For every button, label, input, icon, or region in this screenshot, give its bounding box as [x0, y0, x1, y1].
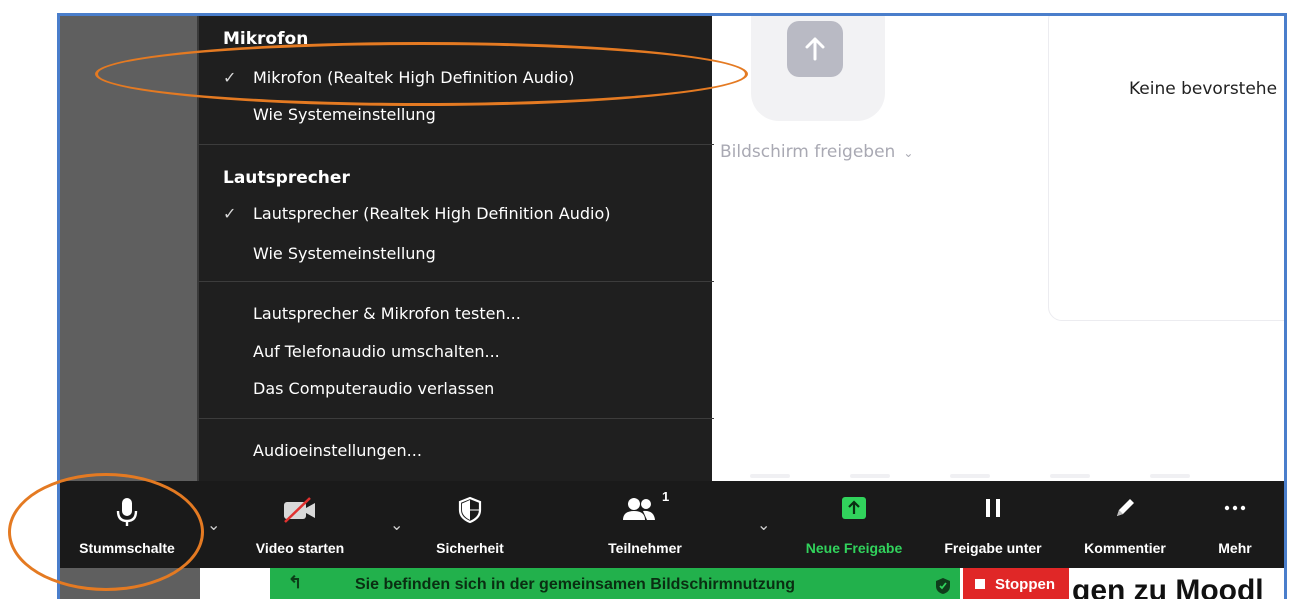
- underlying-page-text: gen zu Moodl: [1072, 574, 1264, 599]
- screenshot-stage: Bildschirm freigeben ⌄ Keine bevorstehe M…: [0, 0, 1300, 599]
- share-arrow-icon: [787, 21, 843, 77]
- participants-icon: [621, 496, 657, 525]
- security-button[interactable]: Sicherheit: [410, 481, 530, 568]
- participants-button[interactable]: 1 Teilnehmer: [580, 481, 710, 568]
- menu-separator: [199, 418, 714, 419]
- return-arrow-icon[interactable]: ↰: [288, 573, 302, 593]
- divider: [1050, 474, 1090, 478]
- more-button[interactable]: Mehr: [1195, 481, 1275, 568]
- annotate-button[interactable]: Kommentier: [1065, 481, 1185, 568]
- participant-count-badge: 1: [662, 489, 670, 504]
- menu-item-label: Auf Telefonaudio umschalten...: [253, 342, 500, 361]
- menu-item-mic-realtek[interactable]: ✓ Mikrofon (Realtek High Definition Audio…: [223, 68, 575, 87]
- more-dots-icon: [1223, 496, 1247, 523]
- shield-icon: [935, 577, 951, 599]
- menu-separator: [199, 144, 714, 145]
- divider: [750, 474, 790, 478]
- menu-item-speaker-realtek[interactable]: ✓ Lautsprecher (Realtek High Definition A…: [223, 204, 610, 223]
- shield-icon: [458, 496, 482, 527]
- start-video-button[interactable]: Video starten: [240, 481, 360, 568]
- menu-item-mic-system[interactable]: Wie Systemeinstellung: [223, 105, 436, 124]
- video-options-chevron[interactable]: ⌄: [390, 515, 403, 535]
- stop-share-button[interactable]: Stoppen: [963, 568, 1069, 599]
- share-screen-label[interactable]: Bildschirm freigeben ⌄: [720, 142, 913, 162]
- mute-label: Stummschalte: [79, 540, 175, 556]
- menu-item-label: Lautsprecher (Realtek High Definition Au…: [253, 204, 611, 223]
- menu-item-audio-settings[interactable]: Audioeinstellungen...: [223, 441, 422, 460]
- stop-square-icon: [975, 579, 985, 589]
- share-up-icon: [841, 496, 867, 523]
- checkmark-icon: ✓: [223, 204, 237, 223]
- mute-button[interactable]: Stummschalte: [62, 481, 192, 568]
- new-share-button[interactable]: Neue Freigabe: [795, 481, 913, 568]
- start-video-label: Video starten: [255, 540, 345, 556]
- chevron-down-icon: ⌄: [903, 146, 914, 160]
- pause-share-button[interactable]: Freigabe unter: [930, 481, 1056, 568]
- menu-item-label: Lautsprecher & Mikrofon testen...: [253, 304, 521, 323]
- pause-share-label: Freigabe unter: [944, 540, 1042, 556]
- sharing-status-text: Sie befinden sich in der gemeinsamen Bil…: [355, 576, 796, 593]
- microphone-heading: Mikrofon: [223, 29, 309, 49]
- divider: [950, 474, 990, 478]
- share-screen-text: Bildschirm freigeben: [720, 142, 896, 162]
- more-label: Mehr: [1218, 540, 1252, 556]
- checkmark-icon: ✓: [223, 68, 237, 87]
- menu-item-label: Wie Systemeinstellung: [253, 105, 436, 124]
- meeting-toolbar: Stummschalte ⌄ Video starten ⌄ Sicherhei…: [60, 481, 1284, 568]
- pause-icon: [982, 496, 1004, 523]
- menu-item-leave-audio[interactable]: Das Computeraudio verlassen: [223, 379, 494, 398]
- menu-item-label: Mikrofon (Realtek High Definition Audio): [253, 68, 575, 87]
- menu-item-phone-audio[interactable]: Auf Telefonaudio umschalten...: [223, 342, 500, 361]
- menu-item-label: Das Computeraudio verlassen: [253, 379, 495, 398]
- speaker-heading: Lautsprecher: [223, 168, 350, 188]
- divider: [850, 474, 890, 478]
- microphone-icon: [116, 496, 138, 531]
- upcoming-meetings-card: Keine bevorstehe: [1048, 16, 1284, 321]
- zoom-window: Bildschirm freigeben ⌄ Keine bevorstehe M…: [57, 13, 1287, 599]
- audio-options-menu: Mikrofon ✓ Mikrofon (Realtek High Definit…: [197, 16, 714, 484]
- security-label: Sicherheit: [436, 540, 504, 556]
- participants-options-chevron[interactable]: ⌄: [757, 515, 770, 535]
- menu-item-test-audio[interactable]: Lautsprecher & Mikrofon testen...: [223, 304, 521, 323]
- video-off-icon: [282, 496, 318, 527]
- sharing-status-bar: ↰ Sie befinden sich in der gemeinsamen B…: [270, 568, 960, 599]
- annotate-label: Kommentier: [1084, 540, 1166, 556]
- stop-share-label: Stoppen: [995, 576, 1055, 593]
- new-share-label: Neue Freigabe: [805, 540, 903, 556]
- menu-item-label: Audioeinstellungen...: [253, 441, 422, 460]
- divider: [1150, 474, 1190, 478]
- menu-separator: [199, 281, 714, 282]
- menu-item-speaker-system[interactable]: Wie Systemeinstellung: [223, 244, 436, 263]
- participants-label: Teilnehmer: [608, 540, 682, 556]
- pencil-icon: [1113, 496, 1137, 523]
- menu-item-label: Wie Systemeinstellung: [253, 244, 436, 263]
- audio-options-chevron[interactable]: ⌄: [207, 515, 220, 535]
- upcoming-text: Keine bevorstehe: [1129, 79, 1278, 99]
- share-screen-tile[interactable]: [751, 16, 885, 121]
